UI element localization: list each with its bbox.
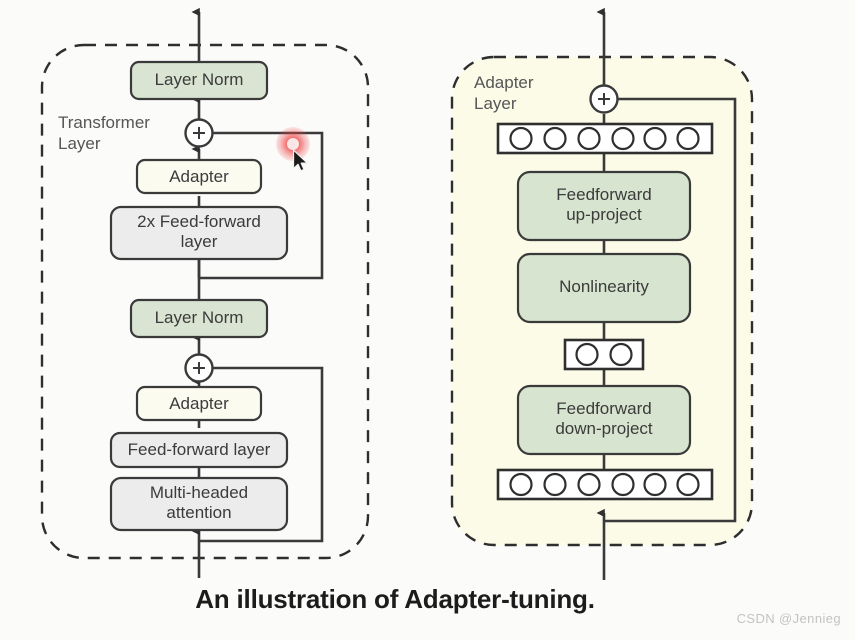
block-adapter-bottom [135, 385, 263, 422]
block-multi-head-attention [109, 476, 289, 532]
neuron-row-middle [563, 338, 645, 371]
block-feed-forward-layer [109, 431, 289, 469]
watermark: CSDN @Jennieg [736, 611, 841, 626]
block-adapter-top [135, 158, 263, 195]
figure-caption: An illustration of Adapter-tuning. [195, 584, 595, 614]
block-feedforward-down-project [516, 384, 692, 456]
block-layer-norm-top [129, 60, 269, 101]
block-nonlinearity [516, 252, 692, 324]
diagram-canvas [40, 7, 754, 580]
adapter-tuning-figure: Transformer Layer Layer Norm Adapter 2x … [0, 0, 855, 640]
block-feedforward-up-project [516, 170, 692, 242]
block-feed-forward-2x [109, 205, 289, 261]
neuron-row-top [496, 122, 714, 155]
block-layer-norm-bottom [129, 298, 269, 339]
neuron-row-bottom [496, 468, 714, 501]
